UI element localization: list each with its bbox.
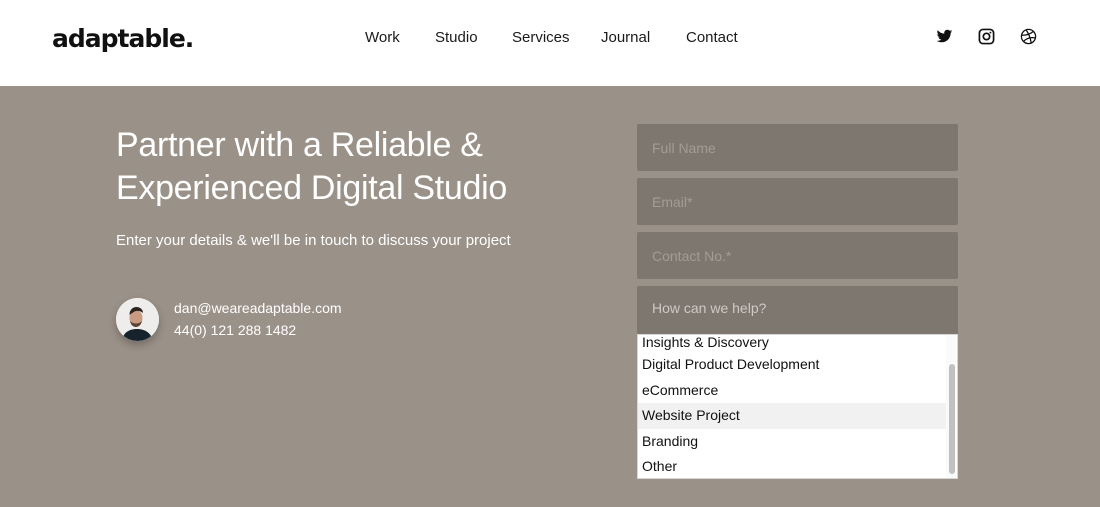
email-input[interactable] <box>637 178 958 225</box>
help-select[interactable]: How can we help? <box>637 286 958 334</box>
nav-journal[interactable]: Journal <box>601 29 650 46</box>
option-other[interactable]: Other <box>638 454 957 478</box>
nav-services[interactable]: Services <box>512 29 570 46</box>
contact-phone[interactable]: 44(0) 121 288 1482 <box>174 322 296 338</box>
avatar <box>116 298 159 341</box>
option-insights-discovery[interactable]: Insights & Discovery <box>638 335 957 352</box>
nav-studio[interactable]: Studio <box>435 29 478 46</box>
dropdown-scrollbar-thumb[interactable] <box>949 364 955 474</box>
hero-title: Partner with a Reliable & Experienced Di… <box>116 124 596 210</box>
nav-work[interactable]: Work <box>365 29 400 46</box>
twitter-icon[interactable] <box>936 28 953 45</box>
logo[interactable]: adaptable. <box>52 24 194 53</box>
dribbble-icon[interactable] <box>1020 28 1037 45</box>
instagram-icon[interactable] <box>978 28 995 45</box>
option-website-project[interactable]: Website Project <box>638 403 947 429</box>
hero-title-line2: Experienced Digital Studio <box>116 169 507 207</box>
full-name-input[interactable] <box>637 124 958 171</box>
option-digital-product-development[interactable]: Digital Product Development <box>638 352 957 378</box>
site-header: adaptable. Work Studio Services Journal … <box>0 0 1100 86</box>
option-ecommerce[interactable]: eCommerce <box>638 378 957 404</box>
hero-subtitle: Enter your details & we'll be in touch t… <box>116 232 511 249</box>
contact-email[interactable]: dan@weareadaptable.com <box>174 300 342 316</box>
hero-title-line1: Partner with a Reliable & <box>116 126 483 164</box>
option-branding[interactable]: Branding <box>638 429 957 455</box>
contact-number-input[interactable] <box>637 232 958 279</box>
nav-contact[interactable]: Contact <box>686 29 738 46</box>
help-select-dropdown: Insights & Discovery Digital Product Dev… <box>637 334 958 479</box>
